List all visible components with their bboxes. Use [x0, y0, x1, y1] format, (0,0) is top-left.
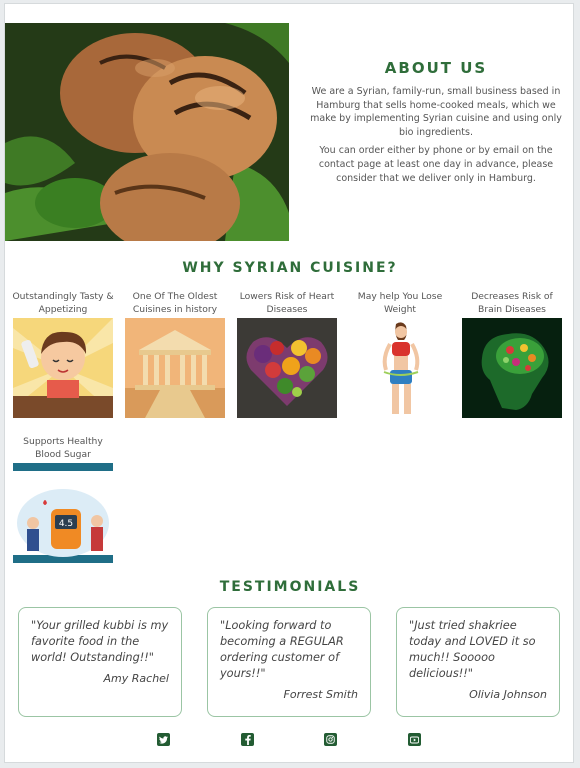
about-title: ABOUT US	[384, 59, 488, 77]
facebook-icon[interactable]	[241, 733, 254, 746]
testimonial-quote: "Your grilled kubbi is my favorite food …	[31, 619, 169, 664]
svg-text:4.5: 4.5	[59, 519, 73, 529]
benefit-tasty: Outstandingly Tasty & Appetizing	[12, 288, 114, 418]
benefit-blood-sugar: Supports Healthy Blood Sugar 4.5	[12, 433, 114, 563]
benefit-label: One Of The Oldest Cuisines in history	[132, 291, 218, 315]
about-paragraph-1: We are a Syrian, family-run, small busin…	[310, 86, 562, 138]
testimonials-title: TESTIMONIALS	[219, 579, 361, 595]
fit-woman-image	[350, 318, 450, 418]
benefit-brain: Decreases Risk of Brain Diseases	[461, 288, 563, 418]
benefit-label: May help You Lose Weight	[357, 291, 443, 315]
testimonial-author: Forrest Smith	[283, 688, 358, 701]
testimonial-quote: "Just tried shakriee today and LOVED it …	[409, 619, 536, 680]
why-syrian-cuisine-title: WHY SYRIAN CUISINE?	[182, 260, 398, 276]
glucose-meter-image: 4.5	[13, 463, 113, 563]
grilled-kubbi-image	[5, 23, 289, 241]
happy-eater-image	[13, 318, 113, 418]
benefit-label: Decreases Risk of Brain Diseases	[471, 291, 553, 315]
testimonial-card: "Looking forward to becoming a REGULAR o…	[207, 607, 371, 717]
benefit-label: Outstandingly Tasty & Appetizing	[12, 291, 114, 315]
twitter-icon[interactable]	[157, 733, 170, 746]
testimonial-author: Amy Rachel	[103, 672, 169, 685]
about-paragraph-2: You can order either by phone or by emai…	[318, 145, 554, 184]
about-section: ABOUT US We are a Syrian, family-run, sm…	[305, 59, 567, 190]
benefit-label: Supports Healthy Blood Sugar	[23, 436, 103, 460]
instagram-icon[interactable]	[324, 733, 337, 746]
testimonial-author: Olivia Johnson	[469, 688, 547, 701]
vegetable-heart-image	[237, 318, 337, 418]
benefit-oldest-cuisine: One Of The Oldest Cuisines in history	[124, 288, 226, 418]
testimonial-card: "Your grilled kubbi is my favorite food …	[18, 607, 182, 717]
brain-image	[462, 318, 562, 418]
testimonial-quote: "Looking forward to becoming a REGULAR o…	[220, 619, 344, 680]
page: ABOUT US We are a Syrian, family-run, sm…	[4, 3, 574, 763]
benefit-weight-loss: May help You Lose Weight	[349, 288, 451, 418]
youtube-icon[interactable]	[408, 733, 421, 746]
benefit-heart: Lowers Risk of Heart Diseases	[236, 288, 338, 418]
testimonial-card: "Just tried shakriee today and LOVED it …	[396, 607, 560, 717]
benefit-label: Lowers Risk of Heart Diseases	[239, 291, 335, 315]
ancient-temple-image	[125, 318, 225, 418]
